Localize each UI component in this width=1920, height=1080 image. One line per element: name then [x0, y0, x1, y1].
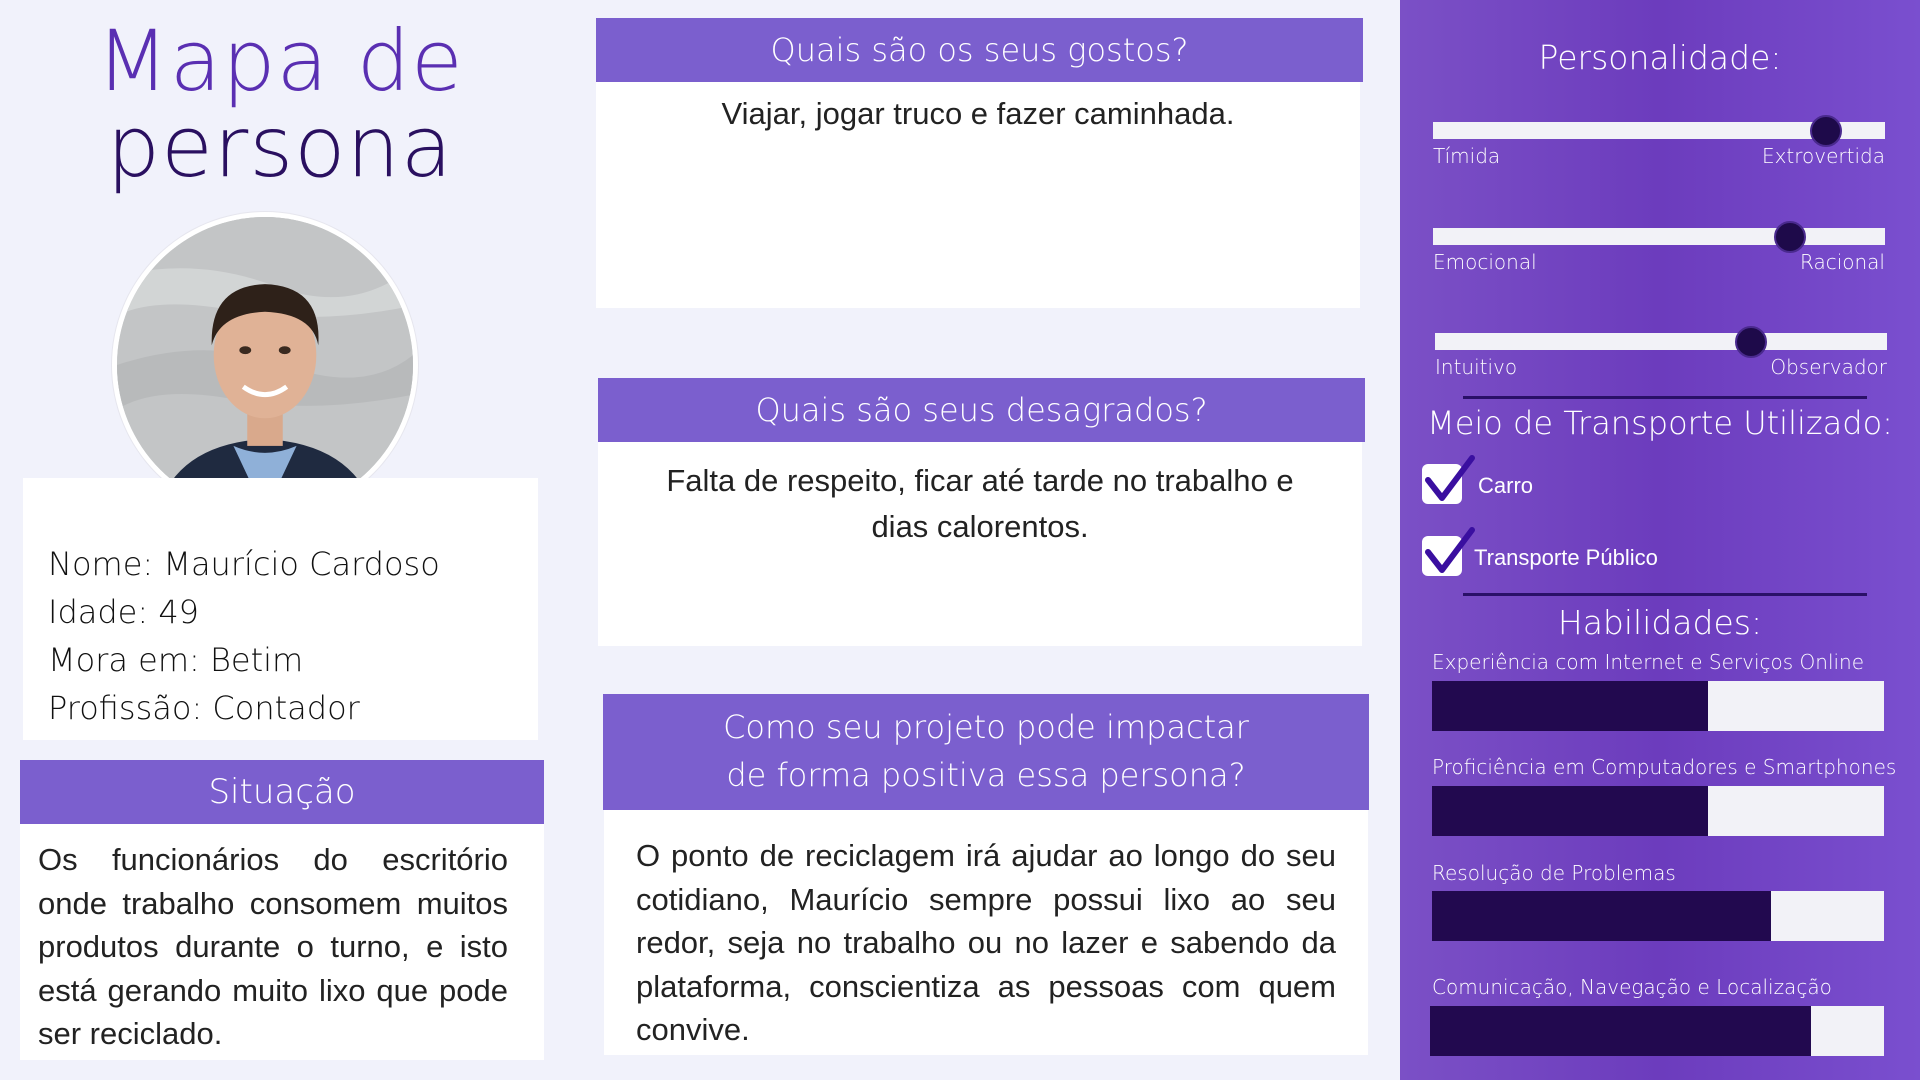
skill-label: Resolução de Problemas: [1432, 861, 1676, 885]
situation-text: Os funcionários do escritório onde traba…: [20, 824, 544, 1060]
skill-fill: [1432, 786, 1708, 836]
skill-bar: [1432, 891, 1884, 941]
person-icon: [117, 217, 413, 513]
avatar-photo: [117, 217, 413, 513]
checkmark-icon: [1425, 527, 1475, 573]
checkbox-label-transporte-publico: Transporte Público: [1474, 545, 1658, 570]
profile-card: Nome: Maurício Cardoso Idade: 49 Mora em…: [23, 478, 538, 740]
title-line-1: Mapa de: [96, 12, 464, 110]
impact-heading: Como seu projeto pode impactar de forma …: [603, 694, 1369, 810]
avatar: [112, 212, 418, 518]
slider-left-label: Tímida: [1433, 144, 1501, 168]
dislikes-heading: Quais são seus desagrados?: [598, 378, 1365, 442]
slider-left-label: Intuitivo: [1435, 355, 1518, 379]
profile-job: Profissão: Contador: [48, 689, 360, 727]
checkbox-transporte-publico[interactable]: [1422, 527, 1475, 576]
personality-heading: Personalidade:: [1538, 38, 1782, 77]
likes-heading: Quais são os seus gostos?: [596, 18, 1363, 82]
divider: [1463, 593, 1867, 596]
skill-bar: [1432, 681, 1884, 731]
skill-label: Proficiência em Computadores e Smartphon…: [1432, 755, 1897, 779]
skill-fill: [1432, 681, 1708, 731]
skill-bar: [1430, 1006, 1884, 1056]
skill-bar: [1432, 786, 1884, 836]
impact-text: O ponto de reciclagem irá ajudar ao long…: [604, 810, 1368, 1055]
slider-knob[interactable]: [1810, 115, 1843, 147]
slider-track[interactable]: [1433, 228, 1885, 245]
slider-right-label: Extrovertida: [1761, 144, 1885, 168]
profile-age: Idade: 49: [48, 593, 200, 631]
impact-heading-line-2: de forma positiva essa persona?: [726, 756, 1246, 794]
transport-heading: Meio de Transporte Utilizado:: [1427, 404, 1893, 442]
slider-right-label: Racional: [1800, 250, 1885, 274]
skill-label: Experiência com Internet e Serviços Onli…: [1432, 650, 1865, 674]
skill-fill: [1430, 1006, 1812, 1056]
profile-name: Nome: Maurício Cardoso: [48, 545, 440, 583]
page-title: Mapa de persona: [20, 18, 540, 190]
divider: [1463, 396, 1867, 399]
checkbox-carro[interactable]: [1422, 455, 1475, 504]
slider-track[interactable]: [1435, 333, 1887, 350]
checkbox-label-carro: Carro: [1478, 473, 1534, 498]
slider-knob[interactable]: [1735, 326, 1768, 358]
slider-knob[interactable]: [1774, 221, 1807, 253]
slider-left-label: Emocional: [1433, 250, 1537, 274]
skill-fill: [1432, 891, 1771, 941]
checkmark-icon: [1425, 455, 1475, 501]
title-line-2: persona: [106, 98, 454, 196]
skill-label: Comunicação, Navegação e Localização: [1432, 975, 1832, 999]
skills-heading: Habilidades:: [1557, 603, 1763, 642]
slider-right-label: Observador: [1770, 355, 1887, 379]
profile-city: Mora em: Betim: [48, 641, 304, 679]
sidebar: Personalidade: Tímida Extrovertida Emoci…: [1400, 0, 1920, 1080]
likes-text: Viajar, jogar truco e fazer caminhada.: [596, 82, 1360, 308]
impact-heading-line-1: Como seu projeto pode impactar: [723, 708, 1249, 746]
situation-heading: Situação: [20, 760, 544, 824]
dislikes-text: Falta de respeito, ficar até tarde no tr…: [598, 442, 1362, 646]
